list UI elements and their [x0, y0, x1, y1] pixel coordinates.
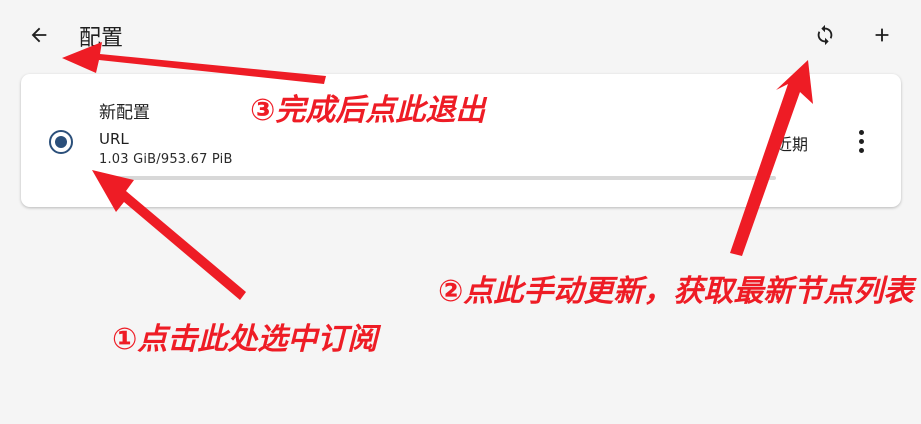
profile-select-radio[interactable]	[49, 130, 73, 154]
profile-update-time: 近期	[776, 135, 809, 154]
profiles-screen: 配置 新配置 URL 1.03 GiB/953.67 PiB 近期 ③完成后点此…	[0, 0, 921, 424]
arrow-back-icon	[31, 27, 47, 43]
radio-selected-dot	[55, 136, 67, 148]
annotation-select: ①点击此处选中订阅	[112, 322, 378, 357]
annotation-exit: ③完成后点此退出	[250, 93, 486, 128]
profile-type: URL	[99, 130, 129, 148]
top-app-bar: 配置	[0, 0, 921, 72]
sync-icon	[817, 24, 833, 46]
more-vert-dot	[858, 138, 864, 144]
update-profile-button[interactable]	[805, 15, 845, 55]
plus-icon	[875, 28, 889, 42]
more-vert-dot	[858, 147, 864, 153]
back-button[interactable]	[19, 15, 59, 55]
more-options-button[interactable]	[849, 121, 873, 161]
usage-progress-bar	[99, 176, 776, 180]
more-vert-dot	[858, 129, 864, 135]
profile-name: 新配置	[99, 103, 150, 123]
annotation-refresh: ②点此手动更新，获取最新节点列表	[438, 274, 914, 309]
page-title: 配置	[79, 26, 124, 51]
add-profile-button[interactable]	[862, 15, 902, 55]
profile-usage: 1.03 GiB/953.67 PiB	[99, 152, 233, 167]
